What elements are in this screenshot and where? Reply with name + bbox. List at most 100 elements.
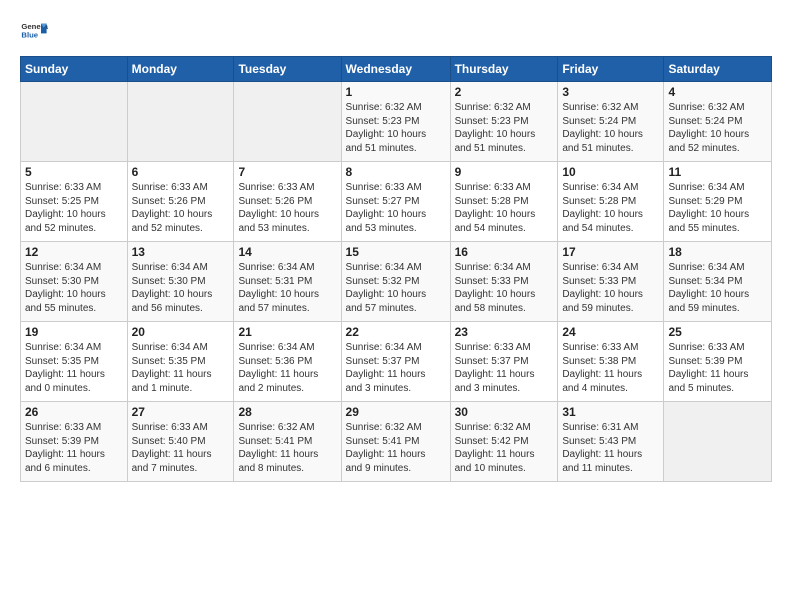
- day-number: 27: [132, 405, 230, 419]
- svg-text:Blue: Blue: [21, 31, 38, 40]
- day-number: 8: [346, 165, 446, 179]
- day-number: 19: [25, 325, 123, 339]
- day-number: 13: [132, 245, 230, 259]
- calendar-table: SundayMondayTuesdayWednesdayThursdayFrid…: [20, 56, 772, 482]
- calendar-cell: 10 Sunrise: 6:34 AMSunset: 5:28 PMDayligh…: [558, 162, 664, 242]
- weekday-header: Wednesday: [341, 57, 450, 82]
- day-info: Sunrise: 6:32 AMSunset: 5:23 PMDaylight:…: [455, 101, 554, 155]
- logo-icon: General Blue: [20, 18, 48, 46]
- day-info: Sunrise: 6:34 AMSunset: 5:30 PMDaylight:…: [132, 261, 230, 315]
- weekday-header-row: SundayMondayTuesdayWednesdayThursdayFrid…: [21, 57, 772, 82]
- day-info: Sunrise: 6:34 AMSunset: 5:30 PMDaylight:…: [25, 261, 123, 315]
- day-info: Sunrise: 6:33 AMSunset: 5:37 PMDaylight:…: [455, 341, 554, 395]
- day-number: 20: [132, 325, 230, 339]
- day-info: Sunrise: 6:34 AMSunset: 5:33 PMDaylight:…: [562, 261, 659, 315]
- calendar-cell: 20 Sunrise: 6:34 AMSunset: 5:35 PMDayligh…: [127, 322, 234, 402]
- day-info: Sunrise: 6:32 AMSunset: 5:24 PMDaylight:…: [562, 101, 659, 155]
- day-info: Sunrise: 6:33 AMSunset: 5:26 PMDaylight:…: [238, 181, 336, 235]
- logo: General Blue: [20, 18, 48, 46]
- day-info: Sunrise: 6:34 AMSunset: 5:37 PMDaylight:…: [346, 341, 446, 395]
- calendar-cell: 22 Sunrise: 6:34 AMSunset: 5:37 PMDayligh…: [341, 322, 450, 402]
- day-number: 12: [25, 245, 123, 259]
- calendar-cell: 30 Sunrise: 6:32 AMSunset: 5:42 PMDayligh…: [450, 402, 558, 482]
- day-number: 6: [132, 165, 230, 179]
- day-number: 7: [238, 165, 336, 179]
- calendar-cell: 5Sunrise: 6:33 AMSunset: 5:25 PMDaylight…: [21, 162, 128, 242]
- calendar-cell: 26 Sunrise: 6:33 AMSunset: 5:39 PMDayligh…: [21, 402, 128, 482]
- day-info: Sunrise: 6:33 AMSunset: 5:39 PMDaylight:…: [25, 421, 123, 475]
- calendar-cell: 13 Sunrise: 6:34 AMSunset: 5:30 PMDayligh…: [127, 242, 234, 322]
- day-info: Sunrise: 6:33 AMSunset: 5:40 PMDaylight:…: [132, 421, 230, 475]
- day-info: Sunrise: 6:34 AMSunset: 5:28 PMDaylight:…: [562, 181, 659, 235]
- day-info: Sunrise: 6:32 AMSunset: 5:23 PMDaylight:…: [346, 101, 446, 155]
- day-number: 1: [346, 85, 446, 99]
- day-number: 11: [668, 165, 767, 179]
- day-info: Sunrise: 6:31 AMSunset: 5:43 PMDaylight:…: [562, 421, 659, 475]
- day-number: 21: [238, 325, 336, 339]
- calendar-cell: 7 Sunrise: 6:33 AMSunset: 5:26 PMDaylight…: [234, 162, 341, 242]
- day-number: 10: [562, 165, 659, 179]
- day-number: 16: [455, 245, 554, 259]
- day-info: Sunrise: 6:34 AMSunset: 5:35 PMDaylight:…: [25, 341, 123, 395]
- calendar-cell: 1 Sunrise: 6:32 AMSunset: 5:23 PMDaylight…: [341, 82, 450, 162]
- page-container: General Blue SundayMondayTuesdayWednesda…: [0, 0, 792, 492]
- day-info: Sunrise: 6:32 AMSunset: 5:42 PMDaylight:…: [455, 421, 554, 475]
- day-number: 26: [25, 405, 123, 419]
- calendar-cell: 29 Sunrise: 6:32 AMSunset: 5:41 PMDayligh…: [341, 402, 450, 482]
- calendar-cell: 27 Sunrise: 6:33 AMSunset: 5:40 PMDayligh…: [127, 402, 234, 482]
- day-info: Sunrise: 6:34 AMSunset: 5:29 PMDaylight:…: [668, 181, 767, 235]
- calendar-cell: [21, 82, 128, 162]
- day-number: 2: [455, 85, 554, 99]
- day-number: 4: [668, 85, 767, 99]
- header: General Blue: [20, 18, 772, 46]
- calendar-week-row: 26 Sunrise: 6:33 AMSunset: 5:39 PMDayligh…: [21, 402, 772, 482]
- day-number: 28: [238, 405, 336, 419]
- calendar-week-row: 12 Sunrise: 6:34 AMSunset: 5:30 PMDayligh…: [21, 242, 772, 322]
- calendar-cell: 18 Sunrise: 6:34 AMSunset: 5:34 PMDayligh…: [664, 242, 772, 322]
- day-info: Sunrise: 6:33 AMSunset: 5:25 PMDaylight:…: [25, 181, 123, 235]
- day-info: Sunrise: 6:32 AMSunset: 5:24 PMDaylight:…: [668, 101, 767, 155]
- day-number: 24: [562, 325, 659, 339]
- calendar-week-row: 19 Sunrise: 6:34 AMSunset: 5:35 PMDayligh…: [21, 322, 772, 402]
- day-number: 29: [346, 405, 446, 419]
- day-info: Sunrise: 6:33 AMSunset: 5:39 PMDaylight:…: [668, 341, 767, 395]
- calendar-cell: 16 Sunrise: 6:34 AMSunset: 5:33 PMDayligh…: [450, 242, 558, 322]
- calendar-cell: 17 Sunrise: 6:34 AMSunset: 5:33 PMDayligh…: [558, 242, 664, 322]
- day-number: 3: [562, 85, 659, 99]
- day-number: 30: [455, 405, 554, 419]
- calendar-cell: 11 Sunrise: 6:34 AMSunset: 5:29 PMDayligh…: [664, 162, 772, 242]
- day-info: Sunrise: 6:32 AMSunset: 5:41 PMDaylight:…: [346, 421, 446, 475]
- calendar-cell: 8 Sunrise: 6:33 AMSunset: 5:27 PMDaylight…: [341, 162, 450, 242]
- day-info: Sunrise: 6:33 AMSunset: 5:38 PMDaylight:…: [562, 341, 659, 395]
- calendar-cell: 24 Sunrise: 6:33 AMSunset: 5:38 PMDayligh…: [558, 322, 664, 402]
- day-number: 31: [562, 405, 659, 419]
- day-number: 22: [346, 325, 446, 339]
- calendar-cell: [234, 82, 341, 162]
- calendar-cell: [127, 82, 234, 162]
- day-info: Sunrise: 6:33 AMSunset: 5:27 PMDaylight:…: [346, 181, 446, 235]
- calendar-week-row: 5Sunrise: 6:33 AMSunset: 5:25 PMDaylight…: [21, 162, 772, 242]
- calendar-cell: 2 Sunrise: 6:32 AMSunset: 5:23 PMDaylight…: [450, 82, 558, 162]
- calendar-cell: 15 Sunrise: 6:34 AMSunset: 5:32 PMDayligh…: [341, 242, 450, 322]
- day-info: Sunrise: 6:32 AMSunset: 5:41 PMDaylight:…: [238, 421, 336, 475]
- calendar-cell: 19 Sunrise: 6:34 AMSunset: 5:35 PMDayligh…: [21, 322, 128, 402]
- calendar-cell: 25 Sunrise: 6:33 AMSunset: 5:39 PMDayligh…: [664, 322, 772, 402]
- calendar-cell: 4 Sunrise: 6:32 AMSunset: 5:24 PMDaylight…: [664, 82, 772, 162]
- day-info: Sunrise: 6:34 AMSunset: 5:33 PMDaylight:…: [455, 261, 554, 315]
- day-info: Sunrise: 6:34 AMSunset: 5:35 PMDaylight:…: [132, 341, 230, 395]
- day-info: Sunrise: 6:34 AMSunset: 5:34 PMDaylight:…: [668, 261, 767, 315]
- day-number: 17: [562, 245, 659, 259]
- day-number: 18: [668, 245, 767, 259]
- day-number: 25: [668, 325, 767, 339]
- day-info: Sunrise: 6:33 AMSunset: 5:26 PMDaylight:…: [132, 181, 230, 235]
- calendar-cell: 12 Sunrise: 6:34 AMSunset: 5:30 PMDayligh…: [21, 242, 128, 322]
- weekday-header: Thursday: [450, 57, 558, 82]
- day-info: Sunrise: 6:34 AMSunset: 5:31 PMDaylight:…: [238, 261, 336, 315]
- calendar-cell: [664, 402, 772, 482]
- day-number: 15: [346, 245, 446, 259]
- day-info: Sunrise: 6:34 AMSunset: 5:32 PMDaylight:…: [346, 261, 446, 315]
- day-info: Sunrise: 6:33 AMSunset: 5:28 PMDaylight:…: [455, 181, 554, 235]
- weekday-header: Sunday: [21, 57, 128, 82]
- day-info: Sunrise: 6:34 AMSunset: 5:36 PMDaylight:…: [238, 341, 336, 395]
- calendar-cell: 21 Sunrise: 6:34 AMSunset: 5:36 PMDayligh…: [234, 322, 341, 402]
